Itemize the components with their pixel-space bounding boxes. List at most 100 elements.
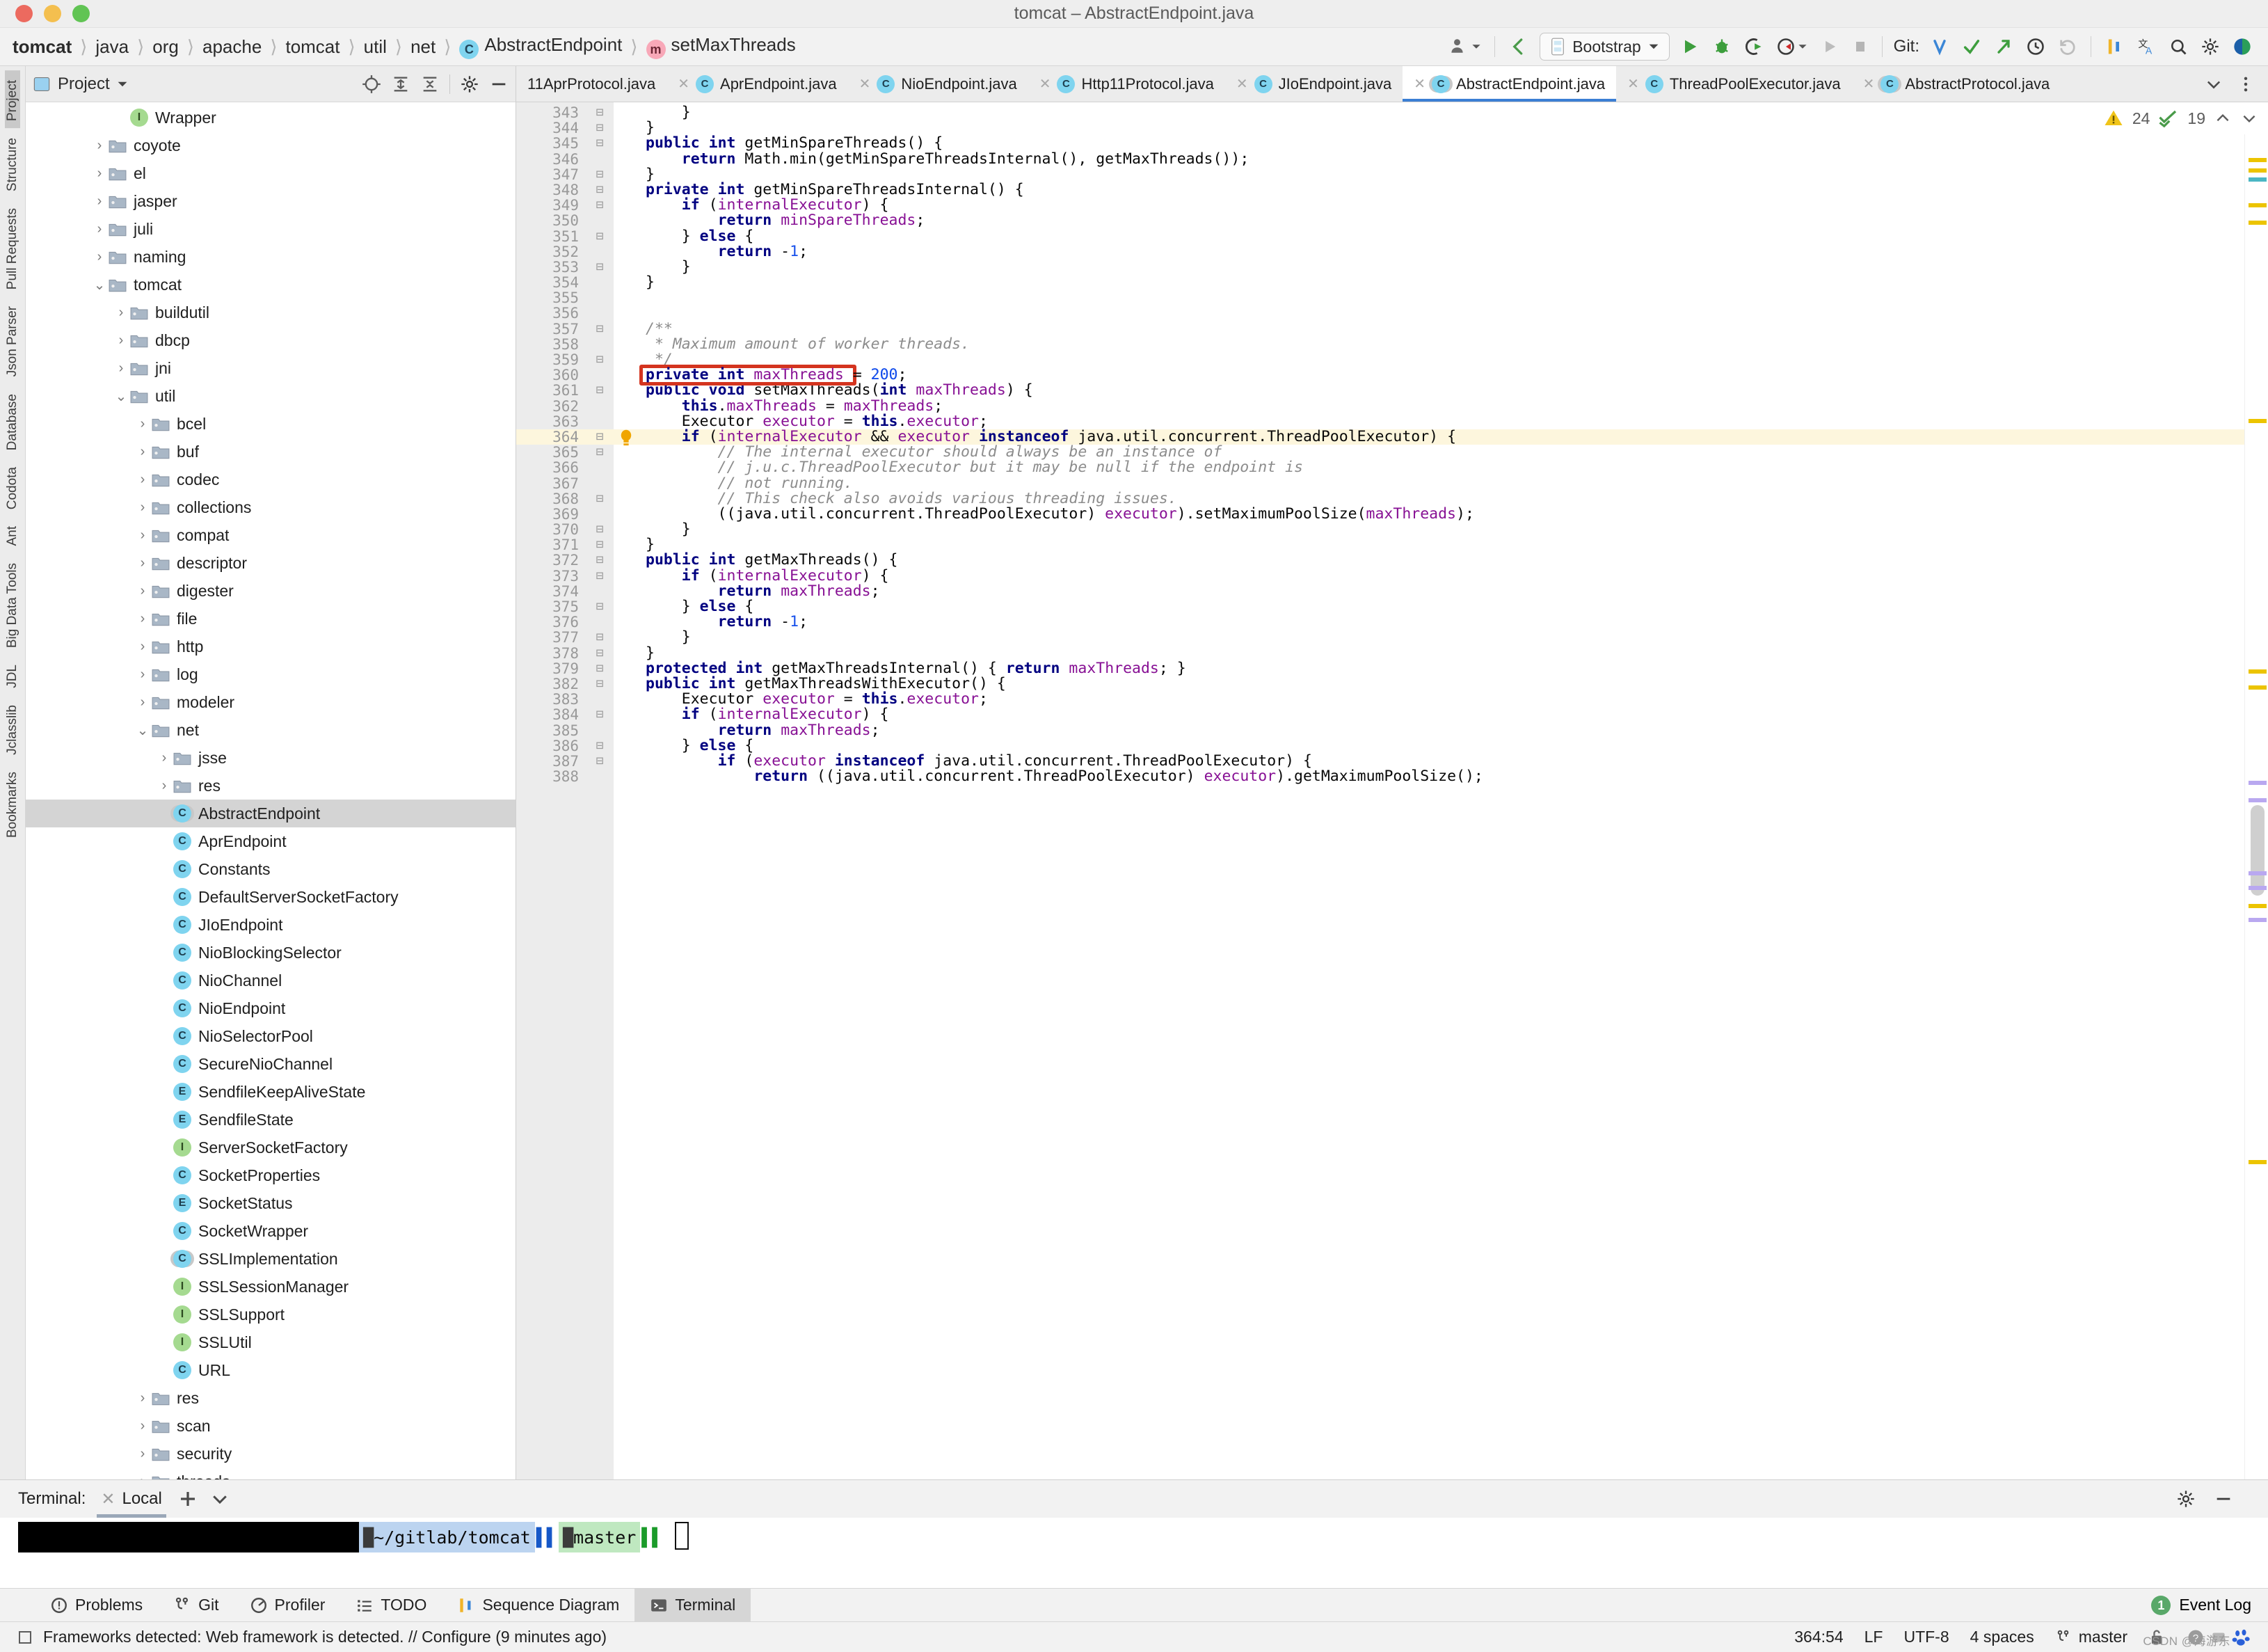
editor-tab-http11protocol[interactable]: ✕ C Http11Protocol.java <box>1028 66 1225 102</box>
code-line[interactable]: return maxThreads; <box>639 722 2244 738</box>
tree-folder-row[interactable]: › jsse <box>26 744 516 772</box>
code-line[interactable]: return -1; <box>639 614 2244 630</box>
fold-marker-icon[interactable]: ⊟ <box>586 120 614 136</box>
code-line[interactable]: } <box>639 521 2244 537</box>
tree-folder-row[interactable]: › buildutil <box>26 299 516 326</box>
locate-icon[interactable] <box>362 74 381 94</box>
fold-marker-icon[interactable]: ⊟ <box>586 260 614 275</box>
code-line[interactable]: return minSpareThreads; <box>639 213 2244 228</box>
fold-marker-icon[interactable]: ⊟ <box>586 321 614 337</box>
code-line[interactable]: return ((java.util.concurrent.ThreadPool… <box>639 768 2244 784</box>
bottom-tab-terminal[interactable]: Terminal <box>634 1589 751 1621</box>
tree-expand-arrow-icon[interactable]: ⌄ <box>134 722 152 739</box>
editor-tab-threadpoolexecutor[interactable]: ✕ C ThreadPoolExecutor.java <box>1616 66 1852 102</box>
close-tab-icon[interactable]: ✕ <box>1236 75 1248 93</box>
tree-expand-arrow-icon[interactable]: › <box>112 333 130 349</box>
breadcrumb-item-util[interactable]: util <box>361 36 390 58</box>
tree-file-row[interactable]: C SocketWrapper <box>26 1217 516 1245</box>
run-configuration-selector[interactable]: Bootstrap <box>1540 33 1670 61</box>
fold-marker-icon[interactable]: ⊟ <box>586 738 614 754</box>
fold-marker-icon[interactable]: ⊟ <box>586 383 614 398</box>
code-line[interactable]: } <box>639 166 2244 182</box>
tree-expand-arrow-icon[interactable]: › <box>155 750 173 766</box>
code-line[interactable]: // The internal executor should always b… <box>639 445 2244 460</box>
code-line[interactable]: private int getMinSpareThreadsInternal()… <box>639 182 2244 198</box>
tree-file-row[interactable]: I SSLSupport <box>26 1301 516 1328</box>
translate-icon[interactable]: 文A <box>2130 31 2162 63</box>
sidebar-item-jdl[interactable]: JDL <box>5 655 20 695</box>
fold-marker-icon[interactable]: ⊟ <box>586 429 614 445</box>
fold-marker-icon[interactable]: ⊟ <box>586 491 614 507</box>
annotation-gutter[interactable] <box>614 102 639 1479</box>
code-line[interactable]: } <box>639 630 2244 645</box>
tree-expand-arrow-icon[interactable]: › <box>134 1446 152 1462</box>
tree-expand-arrow-icon[interactable]: › <box>90 138 109 154</box>
tree-file-row[interactable]: C AbstractEndpoint <box>26 800 516 827</box>
tree-file-row[interactable]: C SocketProperties <box>26 1161 516 1189</box>
expand-all-icon[interactable] <box>391 74 410 94</box>
tree-expand-arrow-icon[interactable]: › <box>90 193 109 209</box>
tree-expand-arrow-icon[interactable]: › <box>134 611 152 627</box>
code-line[interactable]: if (executor instanceof java.util.concur… <box>639 753 2244 769</box>
close-tab-icon[interactable]: ✕ <box>1039 75 1051 93</box>
tree-file-row[interactable]: E SendfileState <box>26 1106 516 1134</box>
tree-expand-arrow-icon[interactable]: › <box>134 1390 152 1406</box>
tree-file-row[interactable]: C AprEndpoint <box>26 827 516 855</box>
step-icon[interactable] <box>1814 31 1846 63</box>
file-encoding[interactable]: UTF-8 <box>1903 1628 1949 1646</box>
terminal-tab-local[interactable]: ✕ Local <box>97 1480 167 1518</box>
breadcrumb-item-class[interactable]: C AbstractEndpoint <box>456 34 625 59</box>
tree-expand-arrow-icon[interactable]: › <box>134 1474 152 1480</box>
code-line[interactable]: public int getMaxThreads() { <box>639 553 2244 568</box>
settings-icon[interactable] <box>2194 31 2226 63</box>
tree-folder-row[interactable]: › jasper <box>26 187 516 215</box>
close-tab-icon[interactable]: ✕ <box>859 75 871 93</box>
project-tree[interactable]: I Wrapper › coyote › el › jasper › juli › naming ⌄ to… <box>26 102 516 1479</box>
tree-folder-row[interactable]: › bcel <box>26 410 516 438</box>
branch-widget[interactable]: master <box>2055 1628 2127 1646</box>
close-icon[interactable]: ✕ <box>101 1489 115 1509</box>
tree-expand-arrow-icon[interactable]: › <box>134 444 152 460</box>
tree-folder-row[interactable]: › buf <box>26 438 516 466</box>
gear-icon[interactable] <box>460 74 479 94</box>
code-line[interactable] <box>639 290 2244 305</box>
fold-marker-icon[interactable]: ⊟ <box>586 105 614 120</box>
code-line[interactable]: } <box>639 259 2244 275</box>
tree-folder-row[interactable]: › jni <box>26 354 516 382</box>
code-line[interactable]: /** <box>639 321 2244 337</box>
tree-expand-arrow-icon[interactable]: › <box>90 166 109 182</box>
code-line[interactable]: protected int getMaxThreadsInternal() { … <box>639 660 2244 676</box>
tree-expand-arrow-icon[interactable]: › <box>134 500 152 516</box>
code-line[interactable]: if (internalExecutor) { <box>639 568 2244 584</box>
fold-marker-icon[interactable]: ⊟ <box>586 661 614 676</box>
fold-marker-icon[interactable]: ⊟ <box>586 553 614 568</box>
fold-marker-icon[interactable]: ⊟ <box>586 198 614 213</box>
code-line[interactable] <box>639 305 2244 321</box>
tree-file-row[interactable]: C SSLImplementation <box>26 1245 516 1273</box>
tree-file-row[interactable]: C NioBlockingSelector <box>26 939 516 967</box>
indent-setting[interactable]: 4 spaces <box>1970 1628 2034 1646</box>
fold-marker-icon[interactable]: ⊟ <box>586 630 614 645</box>
code-line[interactable]: } <box>639 274 2244 290</box>
sidebar-item-pull-requests[interactable]: Pull Requests <box>5 198 20 296</box>
tree-expand-arrow-icon[interactable]: › <box>134 527 152 543</box>
undo-arrow-icon[interactable] <box>1502 31 1535 63</box>
fold-marker-icon[interactable]: ⊟ <box>586 569 614 584</box>
tree-expand-arrow-icon[interactable]: › <box>134 583 152 599</box>
sidebar-item-jclasslib[interactable]: Jclasslib <box>5 695 20 762</box>
sidebar-item-project[interactable]: Project <box>5 70 20 129</box>
fold-marker-icon[interactable]: ⊟ <box>586 136 614 151</box>
tree-folder-row[interactable]: ⌄ util <box>26 382 516 410</box>
tree-file-row[interactable]: C NioChannel <box>26 967 516 994</box>
baidu-icon[interactable] <box>2232 1628 2251 1647</box>
tree-folder-row[interactable]: › dbcp <box>26 326 516 354</box>
tree-expand-arrow-icon[interactable]: › <box>90 249 109 265</box>
code-line[interactable]: // This check also avoids various thread… <box>639 491 2244 507</box>
code-line[interactable]: } <box>639 104 2244 120</box>
code-line[interactable]: Executor executor = this.executor; <box>639 691 2244 707</box>
tree-expand-arrow-icon[interactable]: › <box>90 221 109 237</box>
bottom-tab-todo[interactable]: TODO <box>340 1589 442 1621</box>
tree-expand-arrow-icon[interactable]: › <box>134 416 152 432</box>
fold-marker-icon[interactable]: ⊟ <box>586 707 614 722</box>
tree-folder-row[interactable]: › security <box>26 1440 516 1468</box>
